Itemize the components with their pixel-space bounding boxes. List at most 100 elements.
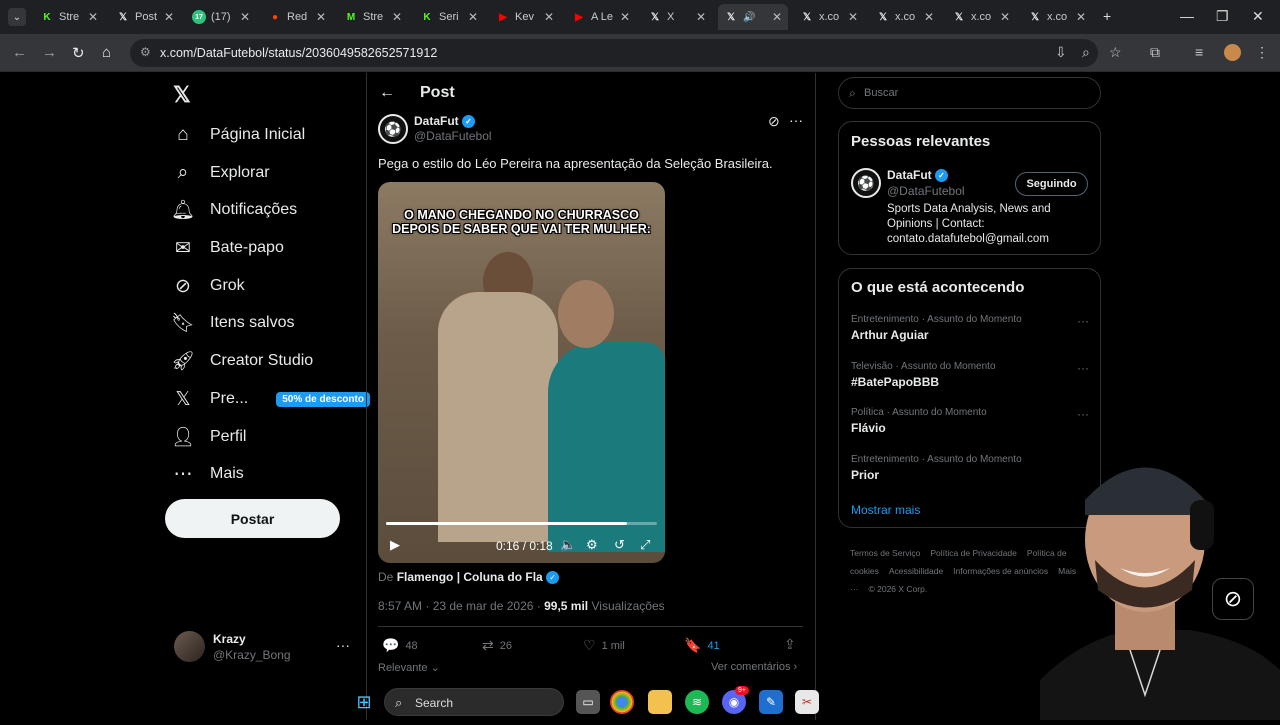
account-switcher[interactable]: Krazy @Krazy_Bong ··· [174,631,354,663]
browser-tab[interactable]: 𝕏 Post ✕ [110,4,180,30]
footer-link[interactable]: Acessibilidade [889,566,943,576]
post-timestamp[interactable]: 8:57 AM · 23 de mar de 2026 · [378,599,541,613]
close-tab-icon[interactable]: ✕ [1000,10,1010,24]
close-window-icon[interactable]: ✕ [1252,8,1264,25]
zoom-icon[interactable]: ⌕ [1082,44,1090,61]
relevant-name-row[interactable]: DataFut ✓ [887,168,949,183]
browser-tab[interactable]: 𝕏 X ✕ [642,4,712,30]
repost-button[interactable]: ⇄ 26 [482,637,512,654]
close-tab-icon[interactable]: ✕ [848,10,858,24]
extensions-icon[interactable]: ⧉ [1150,44,1160,61]
bookmark-button[interactable]: 🔖 41 [684,637,720,654]
menu-kebab-icon[interactable]: ⋮ [1255,44,1269,61]
trend-item[interactable]: Política · Assunto do Momento Flávio ··· [851,407,1089,435]
address-bar[interactable]: ⚙ x.com/DataFutebol/status/2036049582652… [130,39,1098,67]
close-tab-icon[interactable]: ✕ [924,10,934,24]
share-icon[interactable]: ⇪ [784,636,796,653]
close-tab-icon[interactable]: ✕ [772,10,782,24]
nav-item[interactable]: 🔖︎ Itens salvos [170,305,295,341]
view-comments-link[interactable]: Ver comentários › [711,661,797,673]
browser-tab[interactable]: 17 (17) ✕ [186,4,256,30]
browser-tab[interactable]: 𝕏 🔊 ✕ [718,4,788,30]
account-more-icon[interactable]: ··· [336,637,350,653]
post-more-icon[interactable]: ··· [789,112,803,128]
author-name-row[interactable]: DataFut ✓ [414,114,476,129]
browser-tab[interactable]: ▶ Kev ✕ [490,4,560,30]
minimize-icon[interactable]: — [1180,8,1194,24]
settings-gear-icon[interactable]: ⚙ [586,537,598,553]
nav-item[interactable]: ⌂ Página Inicial [170,117,305,153]
task-view-icon[interactable]: ▭ [576,690,600,714]
nav-item[interactable]: 👤︎ Perfil [170,419,247,455]
tab-search-dropdown[interactable]: ⌄ [8,8,26,26]
video-progress-bar[interactable] [386,522,657,525]
show-more-link[interactable]: Mostrar mais [851,503,920,517]
browser-tab[interactable]: 𝕏x.co ✕ [1022,4,1092,30]
close-tab-icon[interactable]: ✕ [620,10,630,24]
nav-item[interactable]: ✉ Bate-papo [170,230,284,266]
volume-icon[interactable]: 🔈 [560,537,576,553]
browser-tab[interactable]: 𝕏x.co ✕ [946,4,1016,30]
grok-floating-button[interactable]: ⊘ [1212,578,1254,620]
close-tab-icon[interactable]: ✕ [468,10,478,24]
relevant-avatar[interactable]: ⚽ [851,168,881,198]
home-browser-icon[interactable]: ⌂ [102,44,111,61]
bookmark-star-icon[interactable]: ☆ [1109,44,1122,61]
close-tab-icon[interactable]: ✕ [88,10,98,24]
premium-discount-badge[interactable]: 50% de desconto [276,391,370,407]
new-tab-button[interactable]: + [1103,8,1111,24]
nav-item[interactable]: ⌕ Explorar [170,155,270,191]
trend-more-icon[interactable]: ··· [1077,361,1089,375]
browser-tab[interactable]: K Seri ✕ [414,4,484,30]
search-box[interactable]: ⌕ Buscar [838,77,1101,109]
close-tab-icon[interactable]: ✕ [316,10,326,24]
close-tab-icon[interactable]: ✕ [696,10,706,24]
profile-avatar[interactable] [1224,44,1241,61]
trend-item[interactable]: Entretenimento · Assunto do Momento Arthu… [851,314,1089,342]
post-button[interactable]: Postar [165,499,340,538]
windows-start-icon[interactable]: ⊞ [352,690,376,714]
taskbar-search[interactable]: ⌕ Search [384,688,564,716]
trend-more-icon[interactable]: ··· [1077,407,1089,421]
site-info-icon[interactable]: ⚙ [140,45,151,59]
grok-explain-icon[interactable]: ⊘ [768,113,780,130]
trend-more-icon[interactable]: ··· [1077,314,1089,328]
trend-item[interactable]: Televisão · Assunto do Momento #BatePapoB… [851,361,1089,389]
forward-arrow-icon[interactable]: → [42,44,57,61]
nav-item[interactable]: 🔔︎ Notificações [170,192,297,228]
nav-item[interactable]: 🚀︎ Creator Studio [170,343,313,379]
audio-playing-icon[interactable]: 🔊 [743,12,755,23]
close-tab-icon[interactable]: ✕ [240,10,250,24]
browser-tab[interactable]: ● Red ✕ [262,4,332,30]
reload-icon[interactable]: ↻ [72,44,85,62]
back-arrow-icon[interactable]: ← [379,84,395,102]
file-explorer-icon[interactable] [648,690,672,714]
fullscreen-icon[interactable]: ⤢ [640,537,650,553]
replay-icon[interactable]: ↺ [614,537,625,553]
install-app-icon[interactable]: ⇩ [1055,44,1067,61]
author-avatar[interactable]: ⚽ [378,114,408,144]
footer-link[interactable]: Política de Privacidade [930,548,1016,558]
x-logo-icon[interactable]: 𝕏 [173,82,191,108]
browser-tab[interactable]: 𝕏x.co ✕ [794,4,864,30]
close-tab-icon[interactable]: ✕ [392,10,402,24]
chrome-icon[interactable] [610,690,634,714]
browser-tab[interactable]: ▶ A Le ✕ [566,4,636,30]
spotify-icon[interactable]: ≋ [685,690,709,714]
browser-tab[interactable]: 𝕏x.co ✕ [870,4,940,30]
footer-link[interactable]: Termos de Serviço [850,548,920,558]
play-icon[interactable]: ▶ [390,537,400,553]
footer-link[interactable]: Informações de anúncios [953,566,1048,576]
browser-tab[interactable]: K Stre ✕ [34,4,104,30]
post-video[interactable]: O MANO CHEGANDO NO CHURRASCO DEPOIS DE S… [378,182,665,563]
nav-item[interactable]: 𝕏 Pre... 50% de desconto [170,381,370,417]
close-tab-icon[interactable]: ✕ [1076,10,1086,24]
like-button[interactable]: ♡ 1 mil [583,637,625,654]
media-control-icon[interactable]: ≡ [1195,44,1203,60]
back-arrow-icon[interactable]: ← [12,44,27,61]
nav-item[interactable]: ⊘ Grok [170,268,245,304]
close-tab-icon[interactable]: ✕ [544,10,554,24]
sort-dropdown[interactable]: Relevante ⌄ [378,661,440,674]
close-tab-icon[interactable]: ✕ [164,10,174,24]
paint-icon[interactable]: ✎ [759,690,783,714]
